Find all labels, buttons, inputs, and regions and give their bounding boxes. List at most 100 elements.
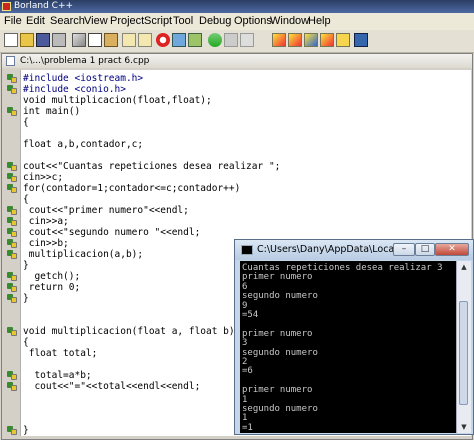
breakpoint-marker-icon[interactable] (7, 206, 17, 215)
code-line[interactable]: float a,b,contador,c; (23, 139, 143, 150)
maximize-button[interactable]: □ (415, 243, 435, 256)
exit-icon[interactable] (354, 33, 368, 47)
code-line[interactable]: void multiplicacion(float a, float b) (23, 326, 235, 337)
find-icon[interactable] (122, 33, 136, 47)
console-output[interactable]: Cuantas repeticiones desea realizar 3 pri… (240, 261, 456, 433)
toolbar (0, 30, 474, 53)
run-icon[interactable] (188, 33, 202, 47)
open-folder-icon[interactable] (20, 33, 34, 47)
document-icon (6, 56, 15, 66)
code-line[interactable]: total=a*b; (23, 370, 91, 381)
menu-help[interactable]: Help (308, 13, 331, 30)
code-line[interactable]: cout<<"segundo numero "<<endl; (23, 227, 201, 238)
menu-debug[interactable]: Debug (199, 13, 231, 30)
menu-search[interactable]: Search (50, 13, 85, 30)
save-icon[interactable] (36, 33, 50, 47)
breakpoint-marker-icon[interactable] (7, 426, 17, 435)
code-line[interactable]: { (23, 337, 29, 348)
menu-file[interactable]: File (4, 13, 22, 30)
breakpoint-marker-icon[interactable] (7, 327, 17, 336)
menu-edit[interactable]: Edit (26, 13, 45, 30)
menu-view[interactable]: View (84, 13, 108, 30)
stop-icon[interactable] (156, 33, 170, 47)
code-line[interactable]: cin>>b; (23, 238, 69, 249)
make-icon[interactable] (320, 33, 334, 47)
console-line: primer numero (242, 272, 313, 283)
breakpoint-marker-icon[interactable] (7, 294, 17, 303)
print-icon[interactable] (52, 33, 66, 47)
console-line: segundo numero (242, 347, 318, 358)
console-title-bar[interactable]: C:\Users\Dany\AppData\Local\Micros... – … (235, 240, 473, 260)
console-line: segundo numero (242, 291, 318, 302)
menu-tool[interactable]: Tool (173, 13, 193, 30)
code-line[interactable]: cin>>c; (23, 172, 63, 183)
menu-options[interactable]: Options (234, 13, 272, 30)
new-file-icon[interactable] (4, 33, 18, 47)
code-line[interactable]: multiplicacion(a,b); (23, 249, 143, 260)
console-line: primer numero (242, 328, 313, 339)
code-line[interactable]: return 0; (23, 282, 80, 293)
breakpoint-marker-icon[interactable] (7, 74, 17, 83)
code-line[interactable]: cout<<"="<<total<<endl<<endl; (23, 381, 200, 392)
code-line[interactable]: #include <conio.h> (23, 84, 126, 95)
breakpoint-icon[interactable] (240, 33, 254, 47)
code-line[interactable]: } (23, 260, 29, 271)
menu-script[interactable]: Script (144, 13, 172, 30)
menu-project[interactable]: Project (110, 13, 144, 30)
breakpoint-marker-icon[interactable] (7, 250, 17, 259)
code-line[interactable]: { (23, 194, 29, 205)
console-line: 3 (242, 338, 248, 349)
minimize-button[interactable]: – (393, 243, 415, 256)
breakpoint-marker-icon[interactable] (7, 85, 17, 94)
code-line[interactable]: for(contador=1;contador<=c;contador++) (23, 183, 240, 194)
console-icon (241, 245, 253, 255)
console-scrollbar[interactable]: ▲ ▼ (456, 261, 471, 433)
editor-title: C:\...\problema 1 pract 6.cpp (20, 56, 150, 66)
app-title-bar[interactable]: Borland C++ (0, 0, 474, 13)
console-line: =6 (242, 366, 253, 377)
scrollbar-thumb[interactable] (459, 301, 468, 405)
run-to-icon[interactable] (304, 33, 318, 47)
breakpoint-marker-icon[interactable] (7, 162, 17, 171)
step-into-icon[interactable] (272, 33, 286, 47)
code-line[interactable]: cout<<"Cuantas repeticiones desea realiz… (23, 161, 280, 172)
editor-gutter[interactable] (4, 70, 20, 436)
scroll-up-icon[interactable]: ▲ (457, 261, 471, 273)
breakpoint-marker-icon[interactable] (7, 228, 17, 237)
replace-icon[interactable] (138, 33, 152, 47)
breakpoint-marker-icon[interactable] (7, 173, 17, 182)
scroll-down-icon[interactable]: ▼ (457, 421, 471, 433)
redo-icon[interactable] (224, 33, 238, 47)
code-line[interactable]: getch(); (23, 271, 80, 282)
console-line: =54 (242, 310, 259, 320)
compile-icon[interactable] (172, 33, 186, 47)
code-line[interactable]: float total; (23, 348, 98, 359)
breakpoint-marker-icon[interactable] (7, 371, 17, 380)
borland-window: Borland C++ File Edit Search View Projec… (0, 0, 474, 440)
breakpoint-marker-icon[interactable] (7, 217, 17, 226)
breakpoint-marker-icon[interactable] (7, 382, 17, 391)
inspect-icon[interactable] (336, 33, 350, 47)
code-line[interactable]: int main() (23, 106, 80, 117)
code-line[interactable]: cout<<"primer numero"<<endl; (23, 205, 189, 216)
undo-icon[interactable] (208, 33, 222, 47)
code-line[interactable]: } (23, 293, 29, 304)
cut-icon[interactable] (72, 33, 86, 47)
code-line[interactable]: } (23, 425, 29, 436)
breakpoint-marker-icon[interactable] (7, 272, 17, 281)
console-line: primer numero (242, 385, 313, 396)
copy-icon[interactable] (88, 33, 102, 47)
editor-title-bar[interactable]: C:\...\problema 1 pract 6.cpp (2, 54, 472, 68)
code-line[interactable]: void multiplicacion(float,float); (23, 95, 212, 106)
breakpoint-marker-icon[interactable] (7, 184, 17, 193)
step-over-icon[interactable] (288, 33, 302, 47)
paste-icon[interactable] (104, 33, 118, 47)
code-line[interactable]: cin>>a; (23, 216, 69, 227)
breakpoint-marker-icon[interactable] (7, 283, 17, 292)
code-line[interactable]: { (23, 117, 29, 128)
menu-window[interactable]: Window (270, 13, 309, 30)
breakpoint-marker-icon[interactable] (7, 107, 17, 116)
close-button[interactable]: ✕ (435, 243, 469, 256)
code-line[interactable]: #include <iostream.h> (23, 73, 143, 84)
breakpoint-marker-icon[interactable] (7, 239, 17, 248)
